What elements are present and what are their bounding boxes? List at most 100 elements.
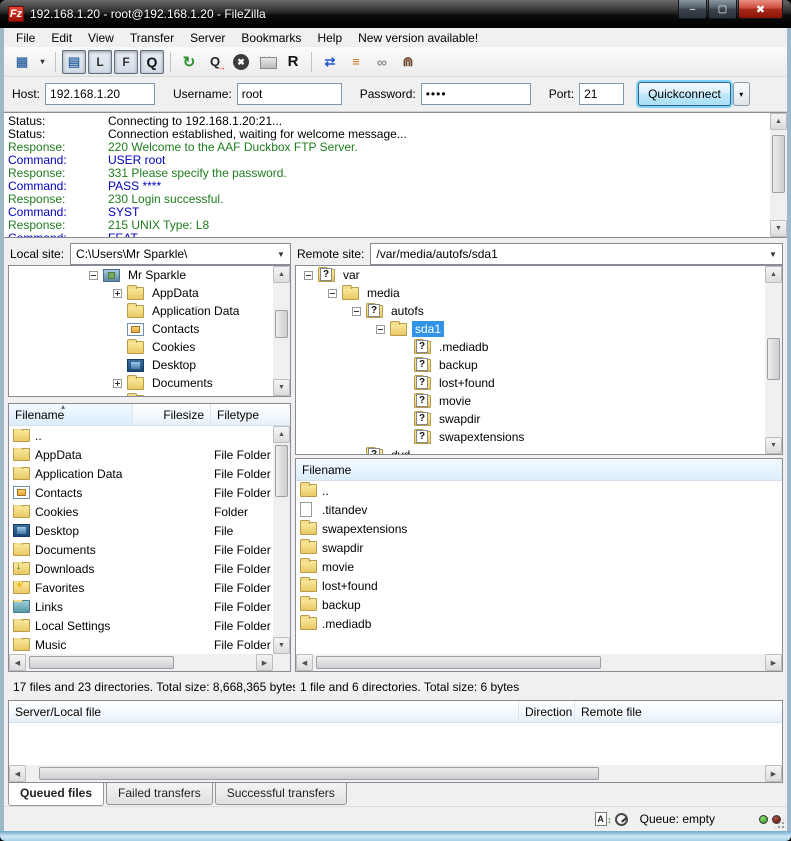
host-input[interactable] — [45, 83, 155, 105]
local-file-row[interactable]: Local Settings File Folder — [9, 616, 273, 635]
remote-tree-item[interactable]: .mediadb — [296, 338, 782, 356]
password-input[interactable] — [421, 83, 531, 105]
log-scrollbar[interactable]: ▲ ▼ — [770, 113, 787, 237]
toggle-remote-tree-button[interactable]: F — [114, 50, 138, 74]
local-file-row[interactable]: Desktop File — [9, 521, 273, 540]
username-input[interactable] — [237, 83, 342, 105]
remote-list-hscrollbar[interactable]: ◀ ▶ — [296, 654, 782, 671]
queue-tab[interactable]: Failed transfers — [106, 783, 213, 805]
menu-item[interactable]: File — [8, 29, 43, 47]
remote-file-row[interactable]: swapextensions — [296, 519, 782, 538]
quickconnect-dropdown[interactable]: ▾ — [733, 82, 750, 106]
expander-icon[interactable] — [328, 289, 337, 298]
remote-tree-item[interactable]: sda1 — [296, 320, 782, 338]
disconnect-button[interactable]: ✖ — [255, 50, 279, 74]
toggle-queue-button[interactable]: Q — [140, 50, 164, 74]
filter-button[interactable]: ∞ — [370, 50, 394, 74]
remote-tree-item[interactable]: lost+found — [296, 374, 782, 392]
remote-tree-item[interactable]: dvd — [296, 446, 782, 455]
local-file-row[interactable]: Music File Folder — [9, 635, 273, 654]
menu-item[interactable]: Server — [182, 29, 233, 47]
scroll-right-icon[interactable]: ▶ — [765, 765, 782, 782]
scroll-right-icon[interactable]: ▶ — [765, 654, 782, 671]
remote-tree-item[interactable]: autofs — [296, 302, 782, 320]
local-tree-item[interactable]: Mr Sparkle — [9, 266, 290, 284]
local-tree-item[interactable]: Application Data — [9, 302, 290, 320]
queue-tab[interactable]: Queued files — [8, 783, 104, 806]
scroll-thumb[interactable] — [275, 310, 288, 338]
scroll-thumb[interactable] — [316, 656, 601, 669]
site-manager-button[interactable]: ▦ — [10, 50, 34, 74]
expander-icon[interactable] — [113, 397, 122, 398]
column-header-direction[interactable]: Direction — [519, 701, 575, 722]
scroll-up-icon[interactable]: ▲ — [770, 113, 787, 130]
menu-item[interactable]: New version available! — [350, 29, 486, 47]
chevron-down-icon[interactable]: ▼ — [273, 245, 289, 263]
menu-item[interactable]: Transfer — [122, 29, 182, 47]
toggle-message-log-button[interactable]: ▤ — [62, 50, 86, 74]
column-header-remote-file[interactable]: Remote file — [575, 701, 782, 722]
scroll-up-icon[interactable]: ▲ — [273, 426, 290, 443]
scroll-up-icon[interactable]: ▲ — [273, 266, 290, 283]
remote-tree-item[interactable]: backup — [296, 356, 782, 374]
local-tree-scrollbar[interactable]: ▲ ▼ — [273, 266, 290, 396]
expander-icon[interactable] — [113, 379, 122, 388]
scroll-down-icon[interactable]: ▼ — [765, 437, 782, 454]
local-file-row[interactable]: Downloads File Folder — [9, 559, 273, 578]
chevron-down-icon[interactable]: ▼ — [765, 245, 781, 263]
local-file-row[interactable]: Cookies Folder — [9, 502, 273, 521]
remote-tree-item[interactable]: var — [296, 266, 782, 284]
expander-icon[interactable] — [376, 325, 385, 334]
directory-comparison-button[interactable]: ≡ — [344, 50, 368, 74]
scroll-left-icon[interactable]: ◀ — [9, 654, 26, 671]
remote-file-row[interactable]: movie — [296, 557, 782, 576]
column-header-local-file[interactable]: Server/Local file — [9, 701, 519, 722]
expander-icon[interactable] — [352, 307, 361, 316]
column-header-filetype[interactable]: Filetype — [211, 404, 290, 425]
remote-tree-item[interactable]: movie — [296, 392, 782, 410]
menu-item[interactable]: Edit — [43, 29, 80, 47]
local-tree-item[interactable]: Cookies — [9, 338, 290, 356]
scroll-thumb[interactable] — [39, 767, 599, 780]
scroll-left-icon[interactable]: ◀ — [9, 765, 26, 782]
column-header-filename[interactable]: Filename ▴ — [9, 404, 133, 425]
toggle-local-tree-button[interactable]: L — [88, 50, 112, 74]
port-input[interactable] — [579, 83, 624, 105]
expander-icon[interactable] — [89, 271, 98, 280]
scroll-thumb[interactable] — [29, 656, 174, 669]
local-tree-item[interactable]: AppData — [9, 284, 290, 302]
site-manager-dropdown[interactable]: ▾ — [36, 50, 49, 74]
local-list-hscrollbar[interactable]: ◀ ▶ — [9, 654, 273, 671]
local-file-row[interactable]: Contacts File Folder — [9, 483, 273, 502]
menu-item[interactable]: Help — [309, 29, 350, 47]
scroll-thumb[interactable] — [275, 445, 288, 497]
menu-item[interactable]: View — [80, 29, 122, 47]
remote-tree-item[interactable]: swapextensions — [296, 428, 782, 446]
column-header-filename[interactable]: Filename — [296, 459, 782, 480]
remote-file-row[interactable]: .mediadb — [296, 614, 782, 633]
queue-hscrollbar[interactable]: ◀ ▶ — [9, 765, 782, 782]
expander-icon[interactable] — [304, 271, 313, 280]
remote-file-row[interactable]: .. — [296, 481, 782, 500]
remote-tree-item[interactable]: media — [296, 284, 782, 302]
local-tree-item[interactable]: Desktop — [9, 356, 290, 374]
remote-site-combo[interactable]: /var/media/autofs/sda1 ▼ — [370, 243, 783, 265]
local-tree-item[interactable]: Contacts — [9, 320, 290, 338]
process-queue-button[interactable]: Q — [203, 50, 227, 74]
remote-file-row[interactable]: swapdir — [296, 538, 782, 557]
scroll-left-icon[interactable]: ◀ — [296, 654, 313, 671]
scroll-right-icon[interactable]: ▶ — [256, 654, 273, 671]
local-tree-item[interactable]: Downloads — [9, 392, 290, 397]
local-file-row[interactable]: Favorites File Folder — [9, 578, 273, 597]
expander-icon[interactable] — [113, 289, 122, 298]
reconnect-button[interactable]: R — [281, 50, 305, 74]
remote-tree-item[interactable]: swapdir — [296, 410, 782, 428]
local-file-row[interactable]: AppData File Folder — [9, 445, 273, 464]
refresh-button[interactable]: ↻ — [177, 50, 201, 74]
close-button[interactable]: ✖ — [738, 0, 783, 19]
synchronized-browsing-button[interactable]: ⇄ — [318, 50, 342, 74]
column-header-filesize[interactable]: Filesize — [133, 404, 211, 425]
cancel-operation-button[interactable]: ✖ — [233, 54, 249, 70]
local-file-row[interactable]: Documents File Folder — [9, 540, 273, 559]
local-file-row[interactable]: Application Data File Folder — [9, 464, 273, 483]
